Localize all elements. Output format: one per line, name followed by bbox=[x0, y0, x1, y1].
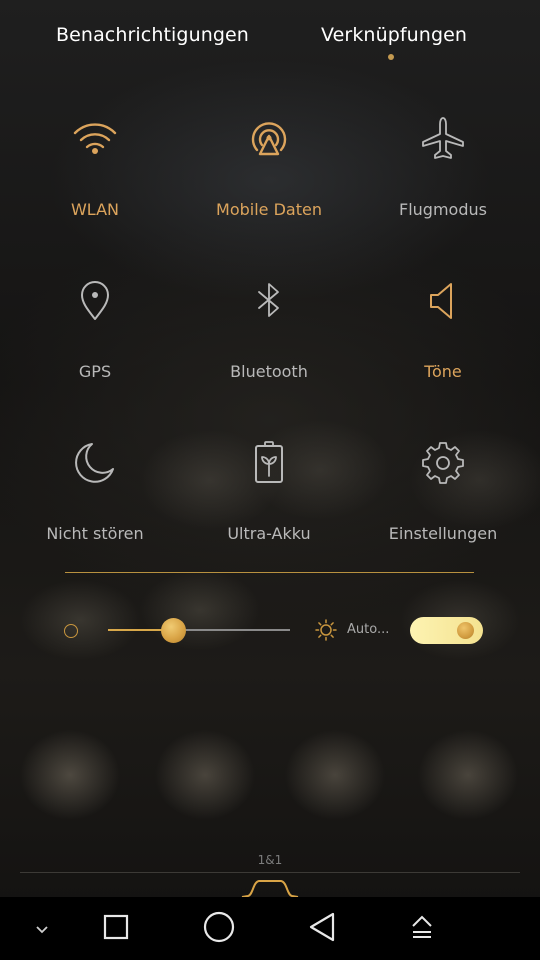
auto-brightness-label: Auto... bbox=[347, 622, 390, 637]
drag-handle[interactable] bbox=[240, 876, 300, 898]
active-tab-indicator bbox=[388, 54, 394, 60]
location-pin-icon bbox=[70, 276, 120, 326]
tile-label: Einstellungen bbox=[388, 524, 498, 543]
tile-label: Flugmodus bbox=[399, 200, 487, 219]
tile-label: Mobile Daten bbox=[216, 200, 322, 219]
circle-icon bbox=[203, 911, 235, 947]
gear-icon bbox=[418, 438, 468, 488]
nav-back-button[interactable] bbox=[302, 897, 342, 960]
back-triangle-icon bbox=[308, 912, 336, 946]
auto-brightness-sun-icon bbox=[315, 619, 337, 641]
battery-saver-icon bbox=[244, 438, 294, 488]
airplane-icon bbox=[418, 114, 468, 164]
brightness-slider-thumb[interactable] bbox=[161, 618, 187, 643]
shade-tabs: Benachrichtigungen Verknüpfungen bbox=[0, 24, 540, 64]
tile-label: Töne bbox=[424, 362, 462, 381]
carrier-label: 1&1 bbox=[257, 853, 283, 867]
speaker-icon bbox=[418, 276, 468, 326]
tile-flugmodus[interactable]: Flugmodus bbox=[358, 114, 528, 234]
tile-mobile-data[interactable]: Mobile Daten bbox=[184, 114, 354, 234]
upload-arrow-icon bbox=[410, 913, 434, 945]
moon-icon bbox=[70, 438, 120, 488]
toggle-knob bbox=[457, 622, 474, 639]
auto-brightness-toggle[interactable] bbox=[410, 617, 483, 644]
tile-toene[interactable]: Töne bbox=[358, 276, 528, 396]
nav-recents-button[interactable] bbox=[96, 897, 136, 960]
tile-ultra-akku[interactable]: Ultra-Akku bbox=[184, 438, 354, 558]
tile-wlan[interactable]: WLAN bbox=[10, 114, 180, 234]
chevron-down-icon bbox=[35, 919, 49, 938]
nav-home-button[interactable] bbox=[198, 897, 240, 960]
handle-divider bbox=[20, 872, 520, 873]
tile-einstellungen[interactable]: Einstellungen bbox=[358, 438, 528, 558]
wifi-icon bbox=[70, 114, 120, 164]
nav-expand-button[interactable] bbox=[402, 897, 442, 960]
tab-notifications[interactable]: Benachrichtigungen bbox=[56, 24, 249, 46]
brightness-low-icon bbox=[64, 624, 78, 638]
mobile-data-icon bbox=[244, 114, 294, 164]
tile-label: Bluetooth bbox=[230, 362, 308, 381]
tile-bluetooth[interactable]: Bluetooth bbox=[184, 276, 354, 396]
square-icon bbox=[103, 914, 129, 944]
divider bbox=[65, 572, 474, 573]
nav-hide-button[interactable] bbox=[24, 897, 60, 960]
navigation-bar bbox=[0, 897, 540, 960]
tile-label: Ultra-Akku bbox=[227, 524, 311, 543]
tile-label: Nicht stören bbox=[46, 524, 144, 543]
brightness-slider[interactable] bbox=[108, 629, 290, 631]
tab-shortcuts[interactable]: Verknüpfungen bbox=[321, 24, 467, 46]
tile-nicht-stoeren[interactable]: Nicht stören bbox=[10, 438, 180, 558]
tile-label: WLAN bbox=[70, 200, 119, 219]
tile-label: GPS bbox=[78, 362, 112, 381]
bluetooth-icon bbox=[244, 276, 294, 326]
tile-gps[interactable]: GPS bbox=[10, 276, 180, 396]
